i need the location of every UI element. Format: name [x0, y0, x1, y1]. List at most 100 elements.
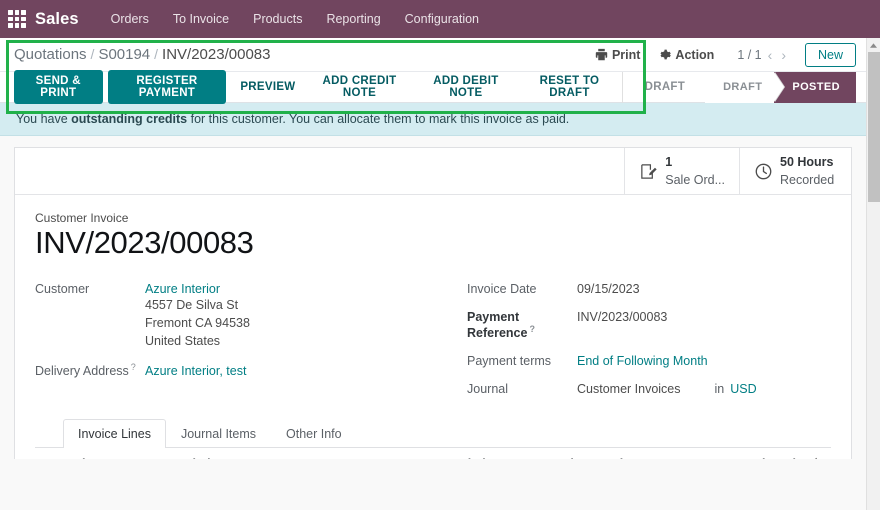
vertical-scrollbar[interactable] — [866, 38, 880, 510]
tab-journal-items[interactable]: Journal Items — [166, 419, 271, 448]
status-pipeline: DRAFT POSTED — [705, 71, 856, 103]
nav-menu-to-invoice[interactable]: To Invoice — [161, 0, 241, 38]
journal-in-label: in — [714, 381, 725, 396]
control-panel-top-row: Quotations / S00194 / INV/2023/00083 Pri… — [0, 38, 866, 71]
field-label-invoice-date: Invoice Date — [467, 281, 537, 296]
form-sheet-background: 1 Sale Ord... 50 Hours Recorded Customer… — [0, 136, 866, 459]
reset-to-draft-button[interactable]: RESET TO DRAFT — [517, 70, 621, 104]
column-header-subtotal[interactable]: Subtotal — [726, 447, 804, 459]
send-and-print-button[interactable]: SEND & PRINT — [14, 70, 103, 104]
customer-name-link[interactable]: Azure Interior — [145, 282, 250, 296]
column-header-taxes[interactable]: Taxes — [645, 447, 727, 459]
status-badge-posted[interactable]: POSTED — [774, 71, 856, 103]
nav-menu-configuration[interactable]: Configuration — [393, 0, 491, 38]
address-line-3: United States — [145, 333, 221, 348]
action-button[interactable]: Action — [649, 48, 723, 62]
help-tooltip-icon[interactable]: ? — [529, 324, 535, 334]
register-payment-button[interactable]: REGISTER PAYMENT — [107, 70, 227, 104]
chevron-left-icon[interactable]: ‹ — [765, 48, 776, 62]
tab-other-info[interactable]: Other Info — [271, 419, 357, 448]
address-line-2: Fremont CA 94538 — [145, 315, 250, 330]
column-header-quantity[interactable]: Quantity — [518, 447, 593, 459]
notebook-tabs: Invoice Lines Journal Items Other Info — [35, 418, 831, 448]
field-value-currency[interactable]: USD — [730, 382, 756, 396]
customer-address: 4557 De Silva St Fremont CA 94538 United… — [145, 296, 250, 350]
print-button[interactable]: Print — [586, 48, 649, 62]
smart-button-text: 1 Sale Ord... — [665, 153, 725, 190]
form-column-left: Customer Azure Interior 4557 De Silva St… — [35, 282, 433, 405]
field-journal: Journal Customer Invoices in USD — [467, 382, 831, 396]
delivery-address-link[interactable]: Azure Interior, test — [145, 364, 246, 378]
breadcrumb-item-order[interactable]: S00194 — [98, 46, 150, 63]
column-header-account[interactable]: Account — [294, 447, 437, 459]
edit-document-icon — [639, 162, 658, 181]
smart-button-value: 50 Hours — [780, 154, 834, 169]
field-payment-reference: Payment Reference? INV/2023/00083 — [467, 310, 831, 340]
outstanding-credits-alert: You have outstanding credits for this cu… — [0, 103, 866, 136]
column-options-icon[interactable] — [804, 447, 831, 459]
field-customer: Customer Azure Interior 4557 De Silva St… — [35, 282, 433, 350]
form-body: Customer Invoice INV/2023/00083 Customer… — [15, 195, 851, 459]
column-header-product[interactable]: Product — [35, 447, 170, 459]
control-panel-button-row: SEND & PRINT REGISTER PAYMENT PREVIEW AD… — [0, 70, 866, 104]
action-label: Action — [675, 47, 715, 62]
tab-invoice-lines[interactable]: Invoice Lines — [63, 418, 166, 448]
column-header-analytic[interactable]: Analytic — [436, 447, 519, 459]
field-value-invoice-date[interactable]: 09/15/2023 — [577, 282, 640, 296]
field-value-payment-reference[interactable]: INV/2023/00083 — [577, 310, 667, 324]
smart-button-label: Recorded — [780, 173, 835, 187]
field-label-customer: Customer — [35, 281, 90, 296]
app-brand-sales[interactable]: Sales — [35, 10, 79, 29]
status-area: DRAFT DRAFT POSTED — [621, 71, 856, 103]
gear-icon — [658, 48, 672, 61]
smart-button-value: 1 — [665, 154, 673, 169]
add-debit-note-button[interactable]: ADD DEBIT NOTE — [414, 70, 517, 104]
status-badge-draft[interactable]: DRAFT — [705, 71, 786, 103]
form-column-right: Invoice Date 09/15/2023 Payment Referenc… — [433, 282, 831, 405]
table-header-row: Product Label Account Analytic Quantity … — [35, 447, 831, 459]
preview-button[interactable]: PREVIEW — [231, 76, 304, 98]
column-header-price[interactable]: Price — [592, 447, 646, 459]
scroll-up-arrow-icon[interactable] — [867, 38, 880, 52]
smart-button-box: 1 Sale Ord... 50 Hours Recorded — [15, 148, 851, 195]
nav-menu-orders[interactable]: Orders — [99, 0, 161, 38]
alert-text-prefix: You have — [16, 112, 72, 126]
field-value-payment-terms[interactable]: End of Following Month — [577, 354, 708, 368]
breadcrumb-item-current: INV/2023/00083 — [162, 46, 271, 63]
page-title: INV/2023/00083 — [35, 225, 254, 260]
field-invoice-date: Invoice Date 09/15/2023 — [467, 282, 831, 296]
field-label-journal: Journal — [467, 381, 508, 396]
breadcrumb-separator: / — [90, 46, 95, 62]
field-label-delivery-address: Delivery Address? — [35, 361, 136, 378]
clock-icon — [754, 162, 773, 181]
breadcrumb-item-quotations[interactable]: Quotations — [14, 46, 87, 63]
app-window: Sales Orders To Invoice Products Reporti… — [0, 0, 880, 510]
smart-button-sale-orders[interactable]: 1 Sale Ord... — [624, 148, 739, 194]
field-label-payment-reference: Payment Reference? — [467, 309, 535, 340]
column-header-label[interactable]: Label — [169, 447, 295, 459]
field-delivery-address: Delivery Address? Azure Interior, test — [35, 362, 433, 378]
smart-button-hours-recorded[interactable]: 50 Hours Recorded — [739, 148, 851, 194]
invoice-lines-table: Product Label Account Analytic Quantity … — [35, 447, 831, 459]
add-credit-note-button[interactable]: ADD CREDIT NOTE — [304, 70, 414, 104]
nav-menu-reporting[interactable]: Reporting — [314, 0, 392, 38]
help-tooltip-icon[interactable]: ? — [131, 362, 136, 372]
form-subtitle: Customer Invoice — [35, 211, 129, 225]
form-sheet: 1 Sale Ord... 50 Hours Recorded Customer… — [14, 147, 852, 459]
nav-menu-products[interactable]: Products — [241, 0, 314, 38]
field-label-payment-terms: Payment terms — [467, 353, 552, 368]
main-area: Quotations / S00194 / INV/2023/00083 Pri… — [0, 38, 866, 459]
apps-grid-icon[interactable] — [8, 10, 26, 28]
smart-button-text: 50 Hours Recorded — [780, 153, 834, 190]
top-navbar: Sales Orders To Invoice Products Reporti… — [0, 0, 880, 38]
alert-text-suffix: for this customer. You can allocate them… — [187, 112, 570, 126]
print-label: Print — [611, 47, 641, 62]
chevron-right-icon[interactable]: › — [778, 48, 789, 62]
breadcrumb-separator: / — [154, 46, 159, 62]
field-value-journal[interactable]: Customer Invoices — [577, 382, 681, 396]
scrollbar-thumb[interactable] — [868, 52, 880, 202]
pager-count: 1 / 1 — [737, 47, 762, 62]
field-payment-terms: Payment terms End of Following Month — [467, 354, 831, 368]
notebook: Invoice Lines Journal Items Other Info P… — [35, 418, 831, 459]
new-record-button[interactable]: New — [804, 42, 856, 67]
